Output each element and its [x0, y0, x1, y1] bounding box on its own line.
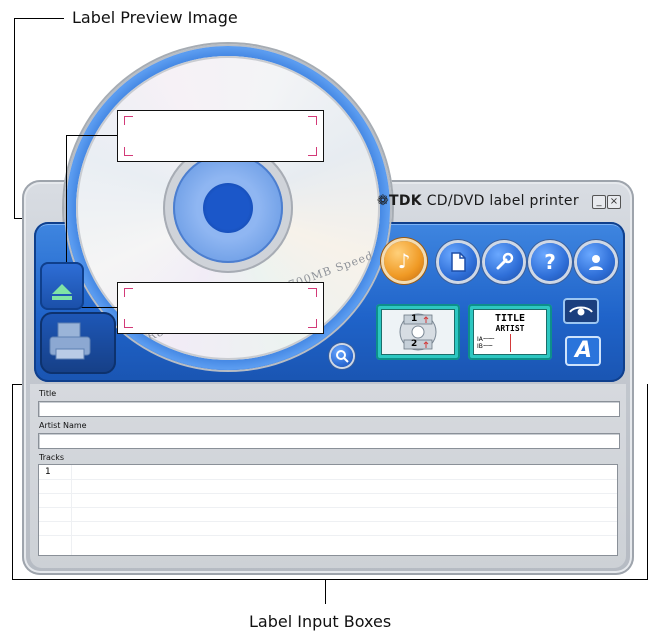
callout-line-bottom-horizontal: [12, 579, 648, 580]
eye-icon: [569, 306, 593, 316]
label-preview-box-bottom[interactable]: [117, 282, 324, 334]
settings-button[interactable]: [485, 243, 523, 281]
new-document-button[interactable]: [439, 243, 477, 281]
user-button[interactable]: [577, 243, 615, 281]
label-preview-box-top[interactable]: [117, 110, 324, 162]
font-a-icon: A: [575, 338, 593, 363]
product-name: CD/DVD label printer: [426, 193, 579, 209]
callout-line-top-horizontal: [14, 18, 64, 19]
disc-layout-icon: [399, 313, 437, 351]
printer-icon: [49, 322, 91, 360]
tracks-input[interactable]: 1: [38, 464, 618, 556]
zoom-button[interactable]: [331, 345, 353, 367]
title-label: Title: [39, 389, 57, 398]
artist-name-input[interactable]: [38, 433, 620, 449]
text-layout-tile[interactable]: TITLE ARTIST IA············ IB··········: [468, 304, 552, 360]
disc-layout-tile[interactable]: 1 2: [376, 304, 460, 360]
label-input-boxes-callout: Label Input Boxes: [249, 612, 392, 631]
minimize-button[interactable]: _: [592, 195, 606, 209]
callout-line-top-vertical: [14, 18, 15, 218]
title-input[interactable]: [38, 401, 620, 417]
disc-center-hole: [203, 183, 253, 233]
font-button[interactable]: A: [565, 336, 601, 366]
close-button[interactable]: ×: [607, 195, 621, 209]
wrench-icon: [496, 252, 514, 270]
text-layout-line-a: IA············: [477, 336, 495, 343]
tracks-label: Tracks: [39, 453, 65, 462]
magnifier-icon: [336, 350, 349, 363]
document-icon: [451, 252, 466, 272]
artist-name-label: Artist Name: [39, 421, 87, 430]
eject-button[interactable]: [40, 262, 84, 310]
text-layout-artist: ARTIST: [495, 324, 525, 333]
text-layout-title: TITLE: [494, 313, 526, 324]
help-icon: ?: [544, 250, 556, 274]
text-layout-line-b: IB··········: [477, 343, 493, 350]
help-button[interactable]: ?: [531, 243, 569, 281]
callout-line-bottom-stem: [325, 580, 326, 604]
text-layout-divider: [510, 334, 511, 352]
user-icon: [589, 255, 603, 270]
tdk-logo: ❁TDK: [377, 193, 422, 209]
view-toggle-button[interactable]: [563, 298, 599, 324]
label-preview-image-callout: Label Preview Image: [72, 8, 238, 27]
print-button[interactable]: [40, 312, 116, 374]
track-number-1: 1: [45, 467, 51, 477]
app-title: ❁TDK CD/DVD label printer: [377, 193, 579, 209]
eject-icon: [52, 284, 72, 300]
music-note-button[interactable]: ♪: [384, 241, 424, 281]
music-note-icon: ♪: [397, 249, 411, 273]
callout-line-bottom-left-vertical: [12, 384, 13, 579]
disc-layout-number-1: 1: [411, 314, 418, 324]
preview-connector-top: [66, 135, 117, 136]
label-input-area: Title Artist Name Tracks 1: [30, 384, 626, 568]
disc-layout-number-2: 2: [411, 339, 418, 349]
